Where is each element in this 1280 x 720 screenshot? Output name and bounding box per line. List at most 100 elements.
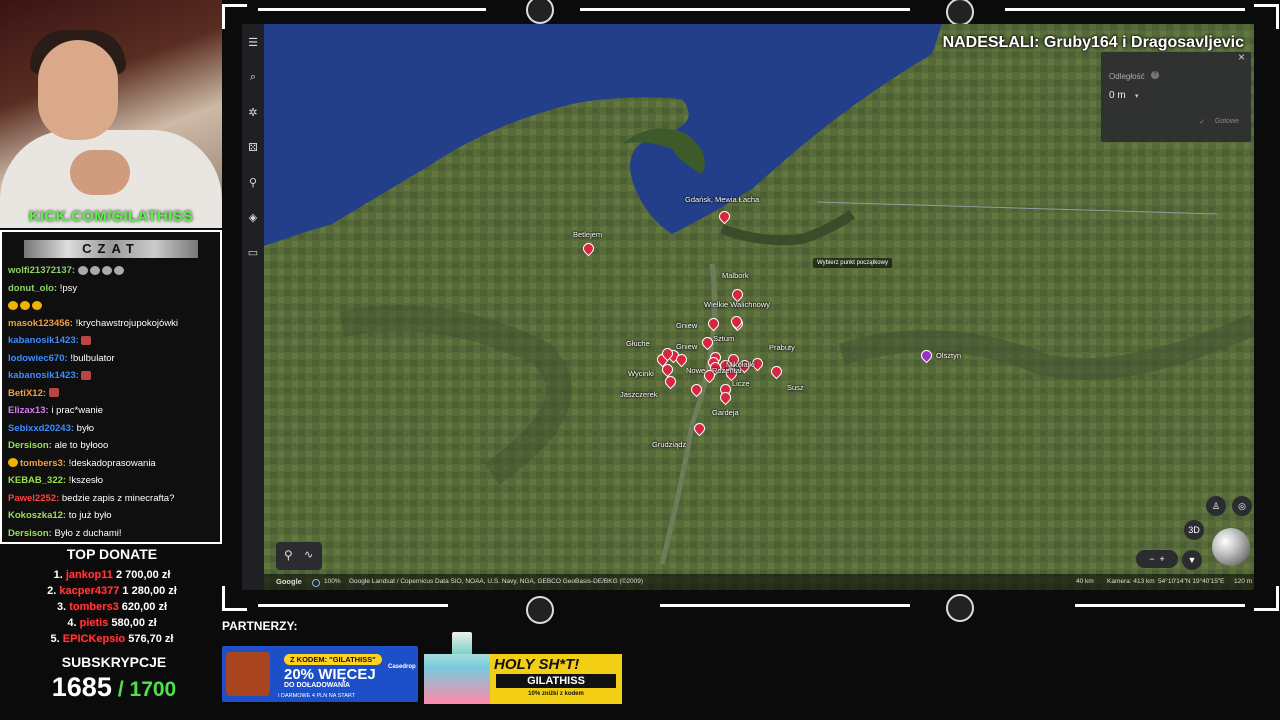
chat-text: to już było: [68, 510, 112, 521]
donate-amount: 620,00 zł: [121, 601, 168, 613]
place-label[interactable]: Betlejem: [573, 230, 602, 239]
chat-message: Dersison: Było z duchami!: [8, 525, 218, 543]
place-label[interactable]: Mikołajki: [726, 360, 755, 369]
chat-username[interactable]: Pawel2252:: [8, 493, 59, 504]
zoom-level: 100%: [324, 578, 341, 585]
chat-username[interactable]: Dersison:: [8, 440, 52, 451]
chat-message: Sebixxd20243: było: [8, 420, 218, 438]
frame-line: [258, 604, 448, 607]
chat-message: wolfi21372137:: [8, 262, 218, 280]
my-location-icon[interactable]: ◎: [1232, 496, 1252, 516]
loading-icon: [312, 579, 320, 587]
ground-elevation: 120 m: [1234, 578, 1253, 585]
chat-username[interactable]: Kokoszka12:: [8, 510, 66, 521]
brand-logo-icon: [526, 0, 554, 24]
place-label[interactable]: Wycinki: [628, 369, 654, 378]
chat-message: lodowiec670: !bulbulator: [8, 350, 218, 368]
place-label[interactable]: Nowe: [686, 366, 705, 375]
chat-username[interactable]: kabanosik1423:: [8, 370, 79, 381]
chat-text: i prac*wanie: [51, 405, 104, 416]
place-label[interactable]: Gniew: [676, 321, 697, 330]
chat-username[interactable]: BetiX12:: [8, 388, 46, 399]
chat-username[interactable]: KEBAB_322:: [8, 475, 66, 486]
imagery-credits[interactable]: Google Landsat / Copernicus Data SIO, NO…: [349, 574, 643, 590]
map-pin-icon[interactable]: [918, 347, 935, 364]
place-label[interactable]: Wielkie Walichnowy: [704, 300, 770, 309]
chat-username[interactable]: Elizax13:: [8, 405, 49, 416]
top-donate-title: TOP DONATE: [66, 546, 158, 562]
top-donate-list: 1. jankop11 2 700,00 zł 2. kacper4377 1 2…: [0, 567, 224, 647]
compass-icon[interactable]: ▼: [1182, 550, 1202, 570]
chat-emote-icon: [113, 265, 124, 275]
chat-username[interactable]: lodowiec670:: [8, 353, 68, 364]
ad-headline: 20% WIĘCEJ: [284, 666, 376, 683]
map-pin-icon[interactable]: [691, 420, 708, 437]
chat-message: kabanosik1423:: [8, 367, 218, 385]
ad2-headline: HOLY SH*T!: [494, 656, 580, 673]
place-label[interactable]: Gardeja: [712, 408, 739, 417]
zoom-controls[interactable]: − +: [1136, 550, 1178, 568]
chat-username[interactable]: tombers3:: [20, 458, 66, 469]
map-pin-icon[interactable]: [768, 363, 785, 380]
path-icon[interactable]: ∿: [304, 548, 313, 561]
chat-username[interactable]: donut_olo:: [8, 283, 57, 294]
casedrop-ad-banner[interactable]: Z KODEM: "GILATHISS" Casedrop 20% WIĘCEJ…: [222, 646, 418, 702]
ad2-smallprint: 10% zniżki z kodem: [528, 691, 584, 697]
donor-name: jankop11: [65, 569, 113, 581]
donate-row: 5. EPICKepsio 576,70 zł: [0, 631, 224, 647]
map-status-bar: Google 100% Google Landsat / Copernicus …: [264, 574, 1254, 590]
scale-bar: 40 km: [1076, 578, 1094, 585]
donate-rank: 2.: [47, 585, 57, 597]
streamer-face: [38, 40, 118, 140]
map-pin-icon[interactable]: [716, 208, 733, 225]
chat-username[interactable]: masok123456:: [8, 318, 73, 329]
chat-message: Kokoszka12: to już było: [8, 507, 218, 525]
chat-username[interactable]: Dersison:: [8, 528, 52, 539]
donate-row: 2. kacper4377 1 280,00 zł: [0, 583, 224, 599]
location-pin-icon[interactable]: ⚲: [284, 548, 293, 562]
frame-line: [1075, 604, 1245, 607]
map-pin-icon[interactable]: [705, 315, 722, 332]
bottom-tools: ⚲ ∿: [276, 542, 322, 570]
subs-goal: / 1700: [117, 678, 177, 701]
chat-username[interactable]: kabanosik1423:: [8, 335, 79, 346]
subs-title: SUBSKRYPCJE: [61, 654, 167, 670]
place-label[interactable]: Licze: [732, 379, 750, 388]
streamer-hand: [70, 150, 130, 195]
chat-username[interactable]: wolfi21372137:: [8, 265, 75, 276]
place-label[interactable]: Gdańsk, Mewia Łacha: [685, 195, 759, 204]
google-earth-map[interactable]: ☰ ⌕ ✲ ⚄ ⚲ ◈ ▭ NADESŁALI: Gruby164 i Drag…: [242, 24, 1254, 590]
map-pin-icon[interactable]: [662, 373, 679, 390]
chat-text: bedzie zapis z minecrafta?: [61, 492, 175, 504]
badge-icon: [20, 300, 30, 310]
donate-amount: 1 280,00 zł: [122, 585, 177, 597]
product-pack-icon: [424, 654, 490, 704]
donate-row: 4. pietis 580,00 zł: [0, 615, 224, 631]
holy-ad-banner[interactable]: HOLY SH*T! GILATHISS 10% zniżki z kodem: [424, 654, 622, 704]
place-label[interactable]: Prabuty: [769, 343, 795, 352]
map-pin-icon[interactable]: [580, 240, 597, 257]
place-label[interactable]: Jaszczerek: [620, 390, 658, 399]
chat-message: BetiX12:: [8, 385, 218, 403]
place-label[interactable]: Sztum: [713, 334, 734, 343]
place-label[interactable]: Grudziądz: [652, 440, 686, 449]
globe-icon[interactable]: [1212, 528, 1250, 566]
google-logo: Google: [276, 577, 302, 586]
street-view-pegman-icon[interactable]: ♙: [1206, 496, 1226, 516]
partners-label: PARTNERZY:: [222, 619, 298, 633]
chat-username[interactable]: Sebixxd20243:: [8, 423, 74, 434]
donate-row: 3. tombers3 620,00 zł: [0, 599, 224, 615]
donate-row: 1. jankop11 2 700,00 zł: [0, 567, 224, 583]
place-label[interactable]: Olsztyn: [936, 351, 961, 360]
toggle-3d-button[interactable]: 3D: [1184, 520, 1204, 540]
badge-icon: [8, 300, 18, 310]
map-pin-icon[interactable]: [688, 381, 705, 398]
place-label[interactable]: Głuche: [626, 339, 650, 348]
map-pin-icon[interactable]: [728, 313, 745, 330]
place-label[interactable]: Gniew: [676, 342, 697, 351]
place-label[interactable]: Malbork: [722, 271, 749, 280]
donate-rank: 5.: [50, 633, 60, 645]
place-label[interactable]: Susz: [787, 383, 804, 392]
kick-url: KICK.COM/GILATHISS: [28, 208, 194, 225]
chat-title: CZAT: [24, 240, 198, 258]
